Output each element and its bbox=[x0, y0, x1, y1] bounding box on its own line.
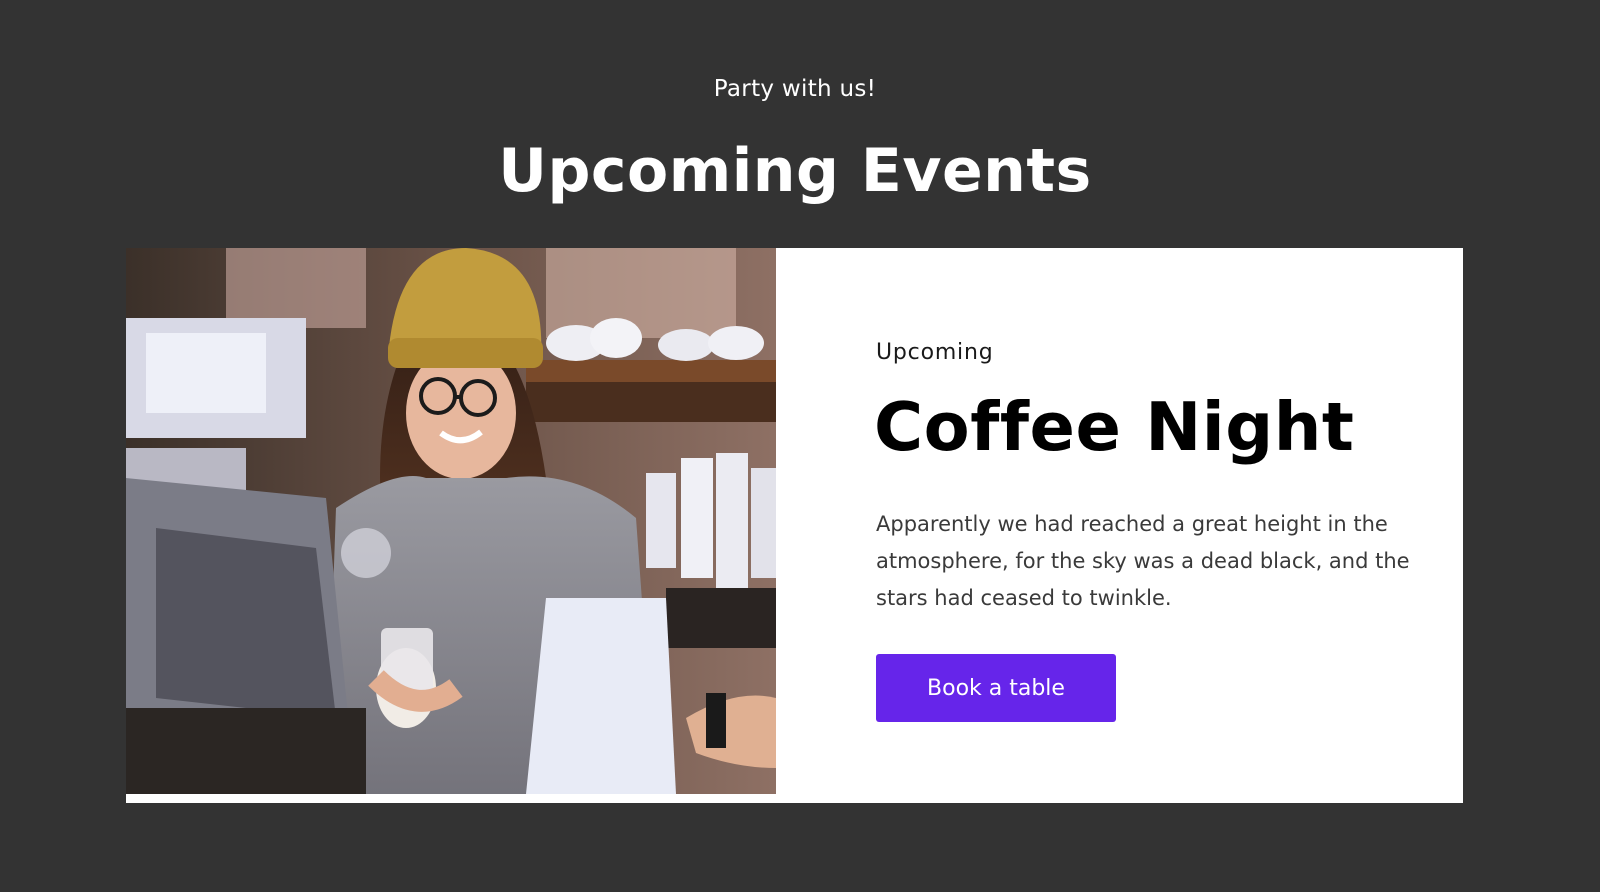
event-card: Upcoming Coffee Night Apparently we had … bbox=[126, 248, 1463, 803]
event-description: Apparently we had reached a great height… bbox=[876, 512, 1410, 610]
section-title: Upcoming Events bbox=[498, 136, 1092, 206]
event-photo bbox=[126, 248, 776, 794]
book-table-button[interactable]: Book a table bbox=[876, 654, 1116, 722]
event-title: Coffee Night bbox=[874, 388, 1355, 466]
section-eyebrow: Party with us! bbox=[713, 76, 877, 102]
event-status-label: Upcoming bbox=[876, 340, 994, 365]
